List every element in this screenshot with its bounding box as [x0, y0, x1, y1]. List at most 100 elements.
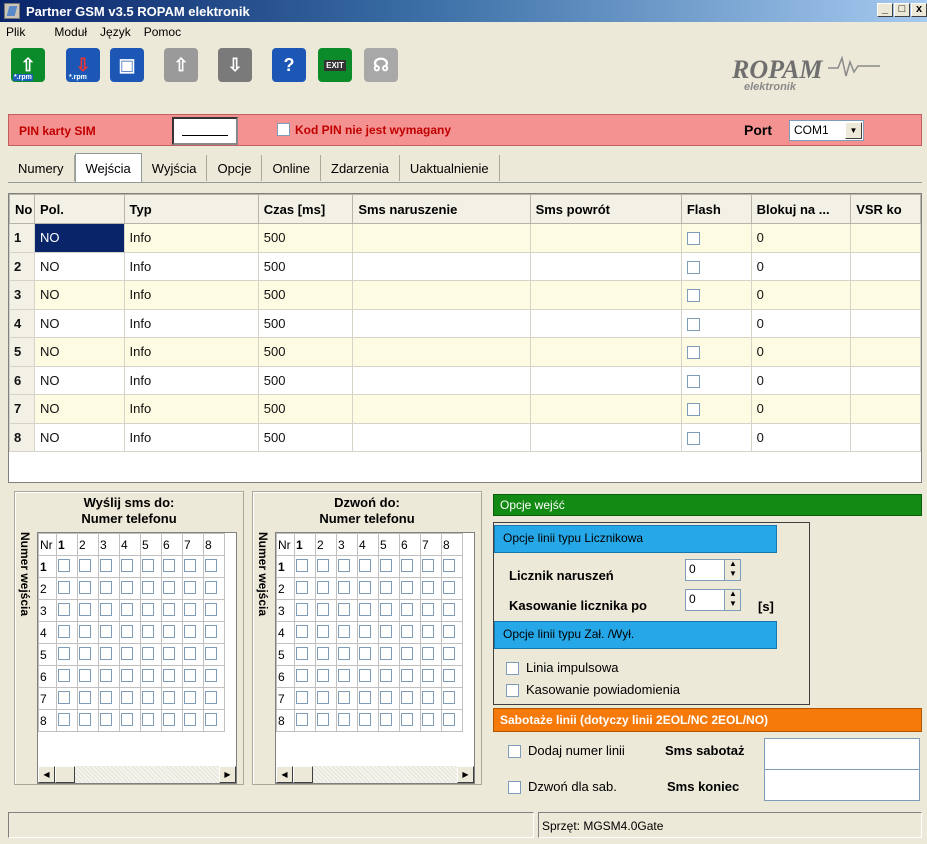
cell-vsr[interactable] — [850, 223, 921, 253]
matrix-cell[interactable] — [203, 621, 225, 644]
matrix-checkbox[interactable] — [58, 712, 70, 726]
matrix-checkbox[interactable] — [317, 646, 329, 660]
cell-pol[interactable]: NO — [33, 308, 125, 338]
matrix-checkbox[interactable] — [296, 668, 308, 682]
matrix-checkbox[interactable] — [422, 668, 434, 682]
matrix-cell[interactable] — [77, 577, 99, 600]
matrix-cell[interactable] — [294, 687, 316, 710]
matrix-checkbox[interactable] — [338, 668, 350, 682]
cell-blokuj[interactable]: 0 — [750, 337, 852, 367]
cell-sms-powrot[interactable] — [529, 251, 682, 281]
matrix-cell[interactable] — [203, 687, 225, 710]
matrix-checkbox[interactable] — [121, 646, 133, 660]
matrix-checkbox[interactable] — [58, 580, 70, 594]
matrix-cell[interactable] — [441, 687, 463, 710]
matrix-checkbox[interactable] — [359, 558, 371, 572]
matrix-checkbox[interactable] — [58, 602, 70, 616]
matrix-cell[interactable] — [441, 599, 463, 622]
matrix-checkbox[interactable] — [184, 646, 196, 660]
matrix-checkbox[interactable] — [401, 580, 413, 594]
matrix-cell[interactable] — [182, 577, 204, 600]
cell-sms-naruszenie[interactable] — [352, 280, 531, 310]
matrix-checkbox[interactable] — [359, 602, 371, 616]
matrix-checkbox[interactable] — [296, 558, 308, 572]
matrix-checkbox[interactable] — [296, 602, 308, 616]
matrix-checkbox[interactable] — [401, 690, 413, 704]
counter-spinner[interactable]: 0 — [685, 559, 741, 581]
cell-blokuj[interactable]: 0 — [750, 422, 852, 452]
matrix-cell[interactable] — [77, 621, 99, 644]
tab-wejscia[interactable]: Wejścia — [74, 153, 142, 183]
matrix-cell[interactable] — [56, 665, 78, 688]
matrix-cell[interactable] — [336, 709, 358, 732]
cell-typ[interactable]: Info — [123, 223, 259, 253]
matrix-cell[interactable] — [77, 643, 99, 666]
matrix-cell[interactable] — [140, 621, 162, 644]
matrix-cell[interactable] — [119, 555, 141, 578]
cell-czas[interactable]: 500 — [257, 251, 354, 281]
matrix-cell[interactable] — [315, 555, 337, 578]
matrix-cell[interactable] — [203, 643, 225, 666]
matrix-cell[interactable] — [77, 687, 99, 710]
cell-typ[interactable]: Info — [123, 337, 259, 367]
table-row[interactable]: 1 NO Info 500 0 — [9, 223, 921, 253]
cell-pol[interactable]: NO — [33, 251, 125, 281]
scroll-right-icon[interactable]: ▶ — [457, 766, 474, 783]
matrix-cell[interactable] — [315, 599, 337, 622]
matrix-cell[interactable] — [399, 577, 421, 600]
cell-blokuj[interactable]: 0 — [750, 308, 852, 338]
matrix-cell[interactable] — [315, 577, 337, 600]
matrix-checkbox[interactable] — [205, 602, 217, 616]
matrix-checkbox[interactable] — [205, 558, 217, 572]
matrix-checkbox[interactable] — [184, 558, 196, 572]
matrix-checkbox[interactable] — [58, 558, 70, 572]
matrix-checkbox[interactable] — [422, 580, 434, 594]
matrix-checkbox[interactable] — [338, 624, 350, 638]
matrix-cell[interactable] — [56, 709, 78, 732]
cell-sms-powrot[interactable] — [529, 422, 682, 452]
cell-flash[interactable] — [680, 422, 752, 452]
matrix-checkbox[interactable] — [100, 646, 112, 660]
matrix-cell[interactable] — [294, 665, 316, 688]
matrix-checkbox[interactable] — [142, 624, 154, 638]
matrix-checkbox[interactable] — [121, 668, 133, 682]
matrix-checkbox[interactable] — [142, 690, 154, 704]
matrix-cell[interactable] — [357, 687, 379, 710]
pin-input[interactable] — [172, 117, 238, 145]
matrix-cell[interactable] — [378, 687, 400, 710]
matrix-cell[interactable] — [119, 643, 141, 666]
cell-vsr[interactable] — [850, 365, 921, 395]
matrix-cell[interactable] — [420, 643, 442, 666]
matrix-cell[interactable] — [161, 643, 183, 666]
matrix-checkbox[interactable] — [401, 602, 413, 616]
scroll-thumb[interactable] — [55, 766, 75, 783]
matrix-cell[interactable] — [378, 621, 400, 644]
matrix-checkbox[interactable] — [296, 580, 308, 594]
scroll-right-icon[interactable]: ▶ — [219, 766, 236, 783]
matrix-checkbox[interactable] — [359, 712, 371, 726]
matrix-cell[interactable] — [182, 555, 204, 578]
matrix-checkbox[interactable] — [163, 712, 175, 726]
matrix-checkbox[interactable] — [79, 668, 91, 682]
matrix-checkbox[interactable] — [142, 668, 154, 682]
matrix-checkbox[interactable] — [401, 712, 413, 726]
matrix-cell[interactable] — [336, 555, 358, 578]
matrix-cell[interactable] — [357, 665, 379, 688]
matrix-cell[interactable] — [357, 577, 379, 600]
matrix-cell[interactable] — [98, 643, 120, 666]
matrix-checkbox[interactable] — [79, 558, 91, 572]
matrix-cell[interactable] — [77, 665, 99, 688]
matrix-cell[interactable] — [56, 599, 78, 622]
matrix-checkbox[interactable] — [100, 690, 112, 704]
matrix-cell[interactable] — [56, 687, 78, 710]
matrix-checkbox[interactable] — [380, 646, 392, 660]
matrix-checkbox[interactable] — [317, 712, 329, 726]
matrix-checkbox[interactable] — [296, 690, 308, 704]
spinner-arrows-icon[interactable] — [724, 589, 740, 610]
cell-pol[interactable]: NO — [33, 337, 125, 367]
matrix-cell[interactable] — [336, 621, 358, 644]
matrix-cell[interactable] — [336, 577, 358, 600]
matrix-checkbox[interactable] — [422, 646, 434, 660]
matrix-checkbox[interactable] — [184, 712, 196, 726]
cell-flash[interactable] — [680, 337, 752, 367]
